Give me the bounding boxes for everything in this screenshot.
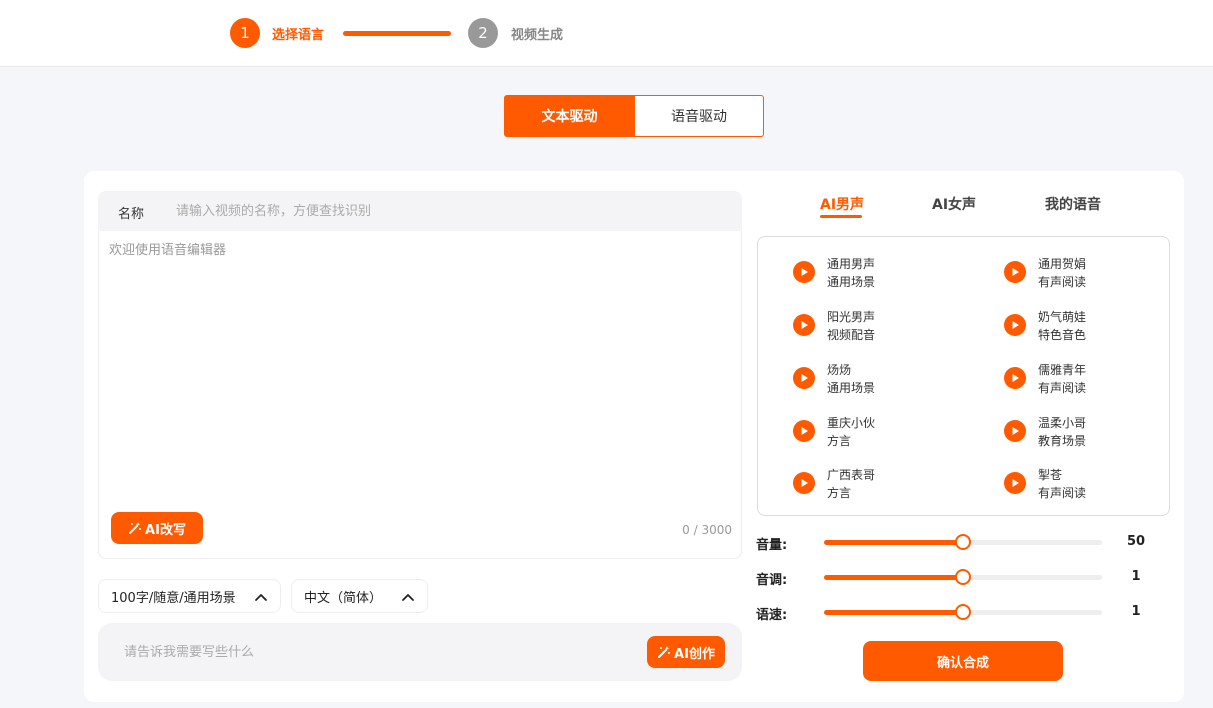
script-textarea[interactable] [109, 239, 729, 499]
step-1-label: 选择语言 [272, 28, 325, 43]
step-progress-line [343, 31, 451, 36]
voice-name: 通用男声 [827, 257, 876, 271]
ai-prompt-input[interactable] [124, 640, 624, 664]
length-style-select[interactable]: 100字/随意/通用场景 [98, 579, 281, 613]
play-triangle-icon [1012, 268, 1019, 276]
pitch-slider[interactable] [824, 569, 1102, 585]
pitch-slider-fill [824, 575, 963, 580]
stepper-bar: 1 选择语言 2 视频生成 [0, 0, 1213, 67]
play-triangle-icon [801, 374, 808, 382]
play-triangle-icon [801, 427, 808, 435]
step-2-label: 视频生成 [511, 28, 564, 43]
char-count: 0 / 3000 [682, 523, 732, 537]
voice-tag: 方言 [827, 486, 852, 500]
confirm-synthesis-button[interactable]: 确认合成 [863, 641, 1063, 681]
voice-tag: 方言 [827, 434, 852, 448]
play-triangle-icon [1012, 374, 1019, 382]
voice-name: 炀炀 [827, 363, 852, 377]
pitch-label: 音调: [756, 573, 788, 588]
speed-slider-fill [824, 610, 963, 615]
play-icon[interactable] [793, 261, 815, 283]
play-triangle-icon [801, 268, 808, 276]
voice-name: 奶气萌娃 [1038, 310, 1087, 324]
voice-name: 通用贺娟 [1038, 257, 1087, 271]
ai-prompt-row: AI创作 [98, 623, 742, 681]
play-icon[interactable] [793, 314, 815, 336]
play-icon[interactable] [1004, 472, 1026, 494]
voice-tag: 视频配音 [827, 328, 876, 342]
volume-slider-fill [824, 540, 963, 545]
speed-slider-thumb[interactable] [955, 604, 971, 620]
voice-tag: 通用场景 [827, 275, 876, 289]
video-name-row: 名称 [98, 191, 742, 231]
volume-label: 音量: [756, 538, 788, 553]
voice-tag: 有声阅读 [1038, 381, 1087, 395]
voice-name: 重庆小伙 [827, 416, 876, 430]
play-icon[interactable] [1004, 314, 1026, 336]
length-style-value: 100字/随意/通用场景 [111, 590, 236, 606]
magic-wand-icon [658, 646, 671, 658]
voice-name: 阳光男声 [827, 310, 876, 324]
chevron-up-icon [255, 594, 267, 601]
voice-tag: 有声阅读 [1038, 486, 1087, 500]
play-icon[interactable] [1004, 261, 1026, 283]
voice-tag: 教育场景 [1038, 434, 1087, 448]
voice-tag: 通用场景 [827, 381, 876, 395]
ai-rewrite-button[interactable]: AI改写 [111, 512, 203, 544]
voice-tag: 特色音色 [1038, 328, 1087, 342]
play-triangle-icon [1012, 479, 1019, 487]
voice-list: 通用男声 通用场景 通用贺娟 有声阅读 阳光男声 视频配音 奶气萌娃 特色音色 炀炀 通用场景 儒雅… [757, 236, 1170, 516]
play-triangle-icon [1012, 321, 1019, 329]
language-select[interactable]: 中文（简体） [291, 579, 428, 613]
voice-name: 温柔小哥 [1038, 416, 1087, 430]
volume-slider-thumb[interactable] [955, 534, 971, 550]
magic-wand-icon [129, 522, 142, 534]
volume-value: 50 [1126, 534, 1146, 549]
step-1-indicator: 1 [230, 18, 260, 48]
text-editor: AI改写 0 / 3000 [98, 231, 742, 559]
pitch-slider-thumb[interactable] [955, 569, 971, 585]
play-triangle-icon [801, 321, 808, 329]
play-triangle-icon [1012, 427, 1019, 435]
play-icon[interactable] [793, 367, 815, 389]
play-icon[interactable] [1004, 367, 1026, 389]
speed-slider[interactable] [824, 604, 1102, 620]
voice-tag: 有声阅读 [1038, 275, 1087, 289]
tab-voice-driven[interactable]: 语音驱动 [635, 95, 764, 137]
ai-create-button[interactable]: AI创作 [647, 636, 725, 668]
active-tab-underline [820, 215, 862, 218]
language-value: 中文（简体） [304, 590, 383, 606]
video-name-input[interactable] [176, 199, 726, 223]
play-triangle-icon [801, 479, 808, 487]
play-icon[interactable] [793, 420, 815, 442]
speed-label: 语速: [756, 608, 788, 623]
pitch-value: 1 [1131, 569, 1141, 584]
tab-my-voice[interactable]: 我的语音 [1045, 194, 1101, 214]
voice-name: 广西表哥 [827, 468, 876, 482]
play-icon[interactable] [793, 472, 815, 494]
step-2-indicator: 2 [468, 18, 498, 48]
ai-create-label: AI创作 [674, 646, 715, 662]
volume-slider[interactable] [824, 534, 1102, 550]
voice-name: 儒雅青年 [1038, 363, 1087, 377]
voice-name: 掣苍 [1038, 468, 1063, 482]
tab-ai-male-voice[interactable]: AI男声 [820, 194, 864, 214]
video-name-label: 名称 [118, 207, 145, 222]
tab-ai-female-voice[interactable]: AI女声 [932, 194, 976, 214]
tab-text-driven[interactable]: 文本驱动 [504, 95, 635, 137]
speed-value: 1 [1131, 604, 1141, 619]
ai-rewrite-label: AI改写 [145, 522, 186, 538]
play-icon[interactable] [1004, 420, 1026, 442]
chevron-up-icon [402, 594, 414, 601]
